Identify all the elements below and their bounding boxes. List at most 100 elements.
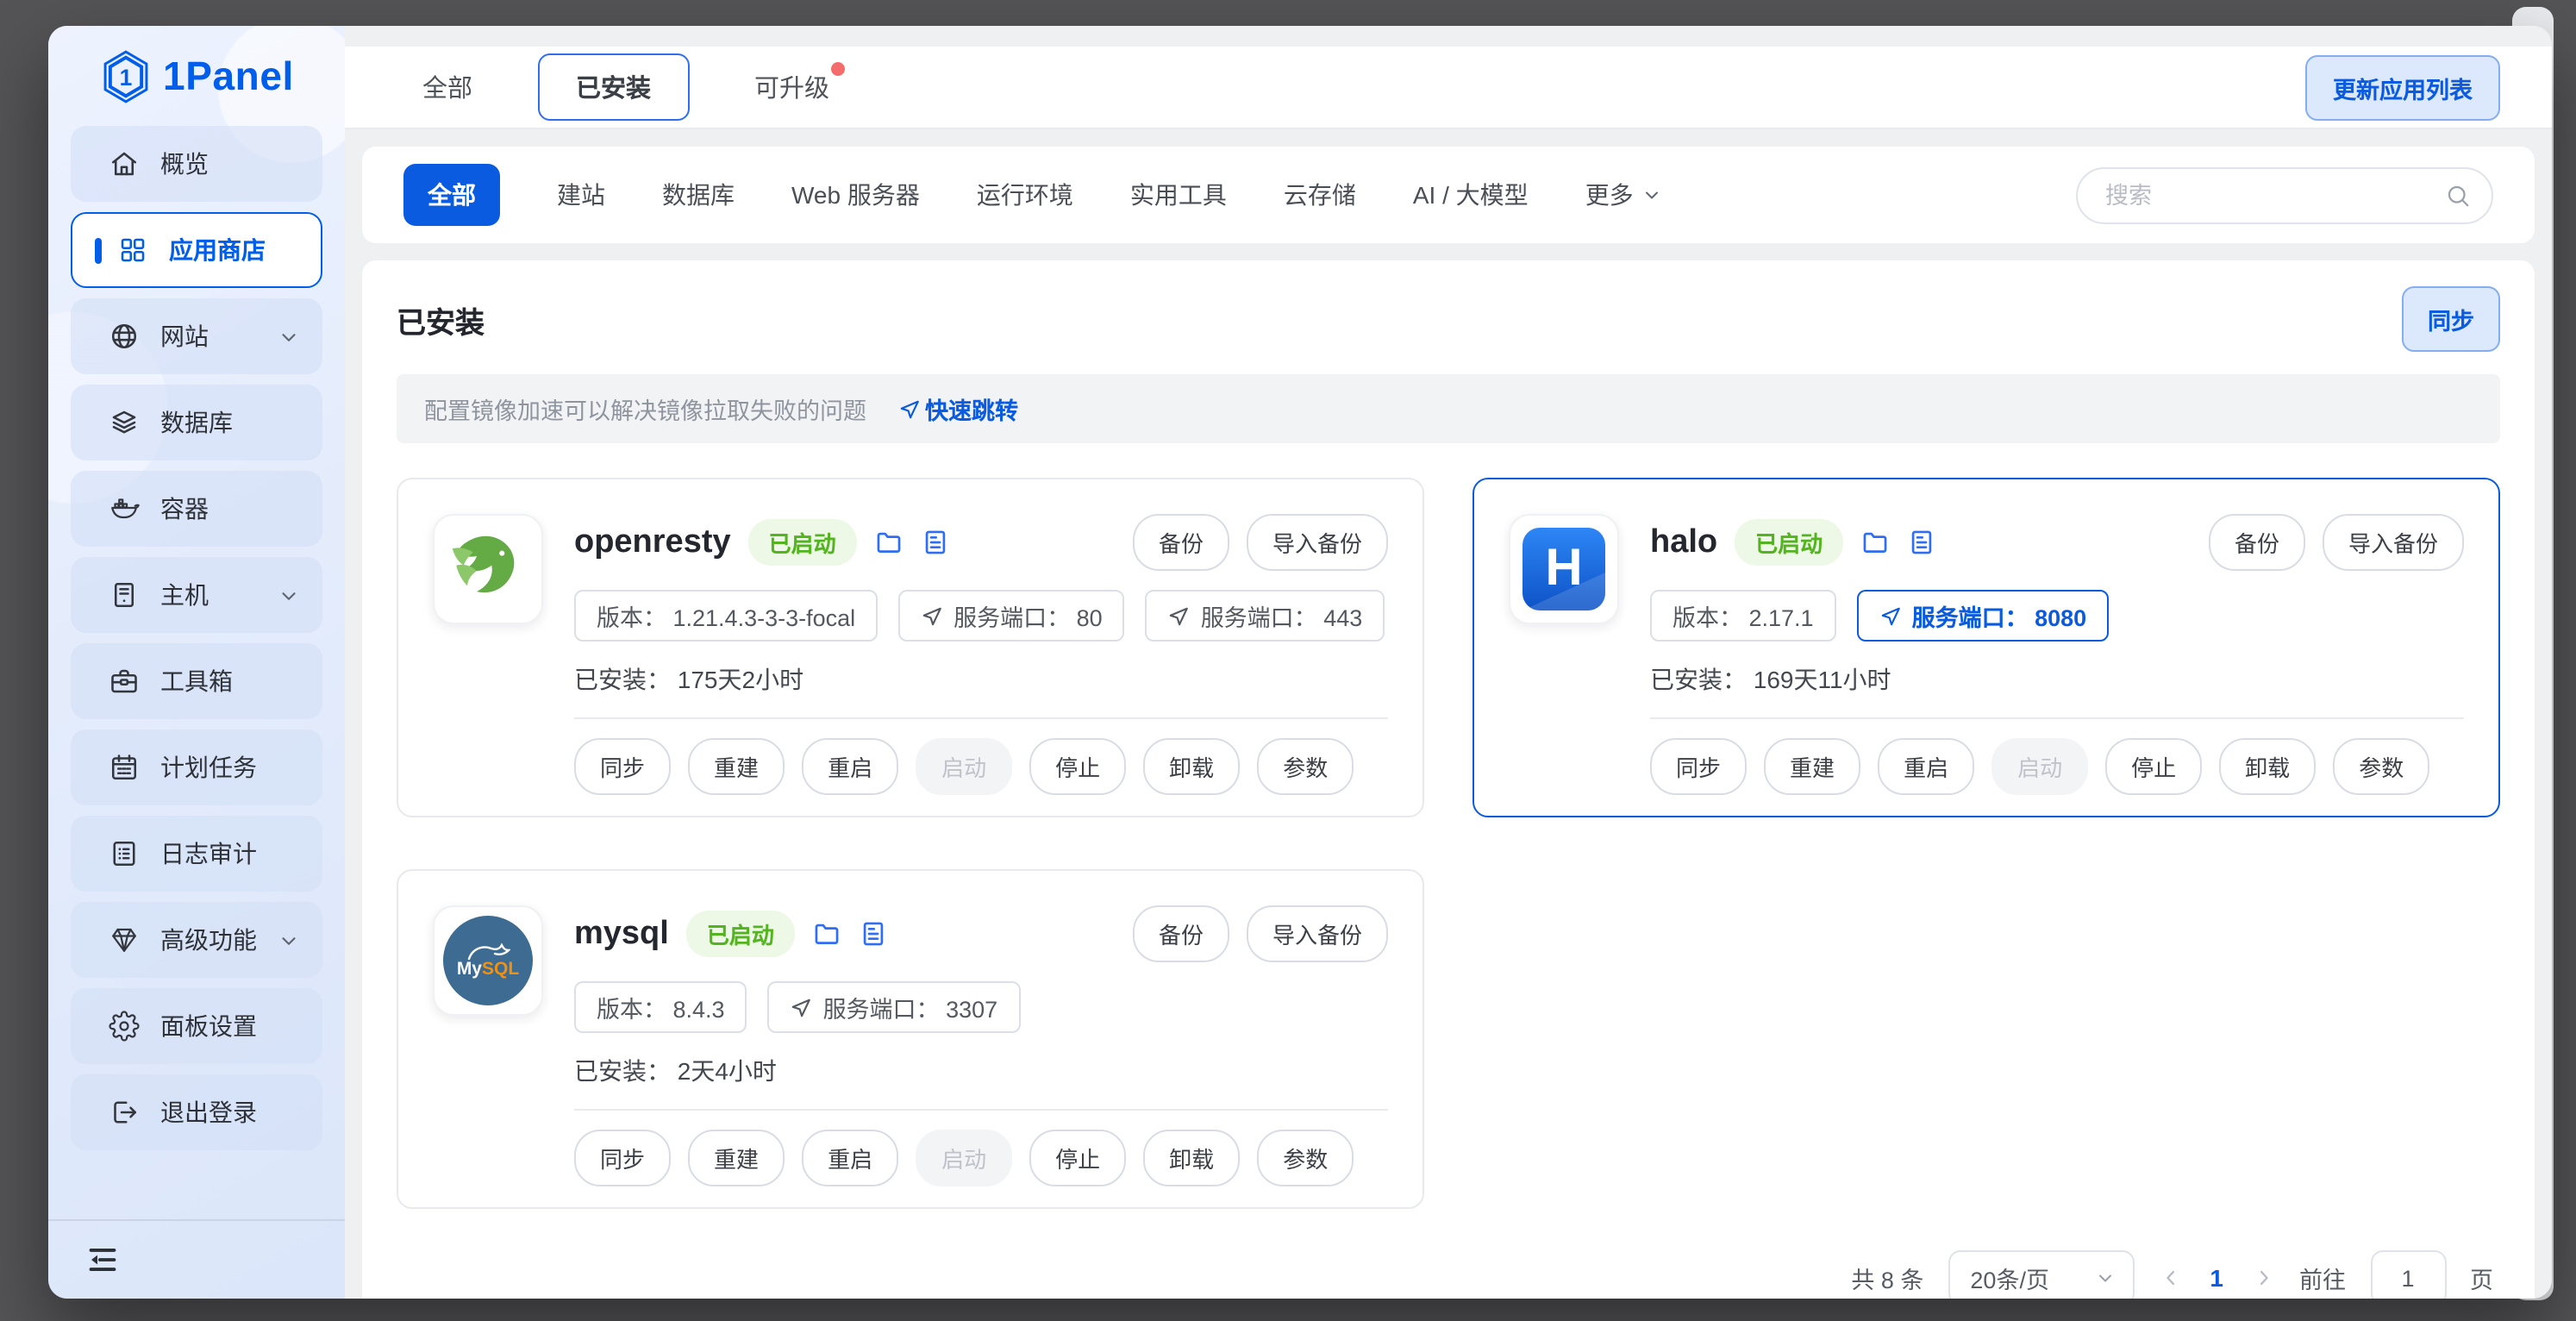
action-启动-button[interactable]: 启动 <box>916 1130 1012 1186</box>
screen: 1 1Panel 概览 应用商店 网站 数据库 容器 <box>0 0 2576 1321</box>
sidebar-item-高级功能[interactable]: 高级功能 <box>71 902 322 978</box>
app-logo: H <box>1509 514 1619 624</box>
action-停止-button[interactable]: 停止 <box>1029 1130 1126 1186</box>
action-重建-button[interactable]: 重建 <box>1764 738 1860 795</box>
sidebar-item-label: 网站 <box>160 319 209 354</box>
sidebar-item-数据库[interactable]: 数据库 <box>71 385 322 460</box>
notice-text: 配置镜像加速可以解决镜像拉取失败的问题 <box>424 391 866 426</box>
action-启动-button[interactable]: 启动 <box>1991 738 2088 795</box>
category-建站[interactable]: 建站 <box>557 178 605 212</box>
folder-icon[interactable] <box>1860 528 1890 557</box>
prev-page-icon[interactable] <box>2158 1266 2182 1290</box>
app-card-halo[interactable]: H halo 已启动 备份 导入备份 版本： 2.17.1 服务端口： 8080… <box>1472 478 2500 817</box>
service-port-tag[interactable]: 服务端口： 80 <box>898 590 1125 642</box>
sidebar-item-计划任务[interactable]: 计划任务 <box>71 729 322 805</box>
action-参数-button[interactable]: 参数 <box>1257 1130 1354 1186</box>
quick-jump-link[interactable]: 快速跳转 <box>897 391 1018 426</box>
folder-icon[interactable] <box>812 919 841 948</box>
action-重启-button[interactable]: 重启 <box>1878 738 1974 795</box>
hexagon-1-icon: 1 <box>99 48 151 105</box>
sidebar-nav: 概览 应用商店 网站 数据库 容器 主机 工具箱 <box>48 121 345 1219</box>
sidebar-item-label: 计划任务 <box>160 750 257 785</box>
import-backup-button[interactable]: 导入备份 <box>2323 514 2464 571</box>
search-box <box>2076 166 2493 223</box>
file-icon[interactable] <box>859 919 888 948</box>
sidebar-item-主机[interactable]: 主机 <box>71 557 322 633</box>
import-backup-button[interactable]: 导入备份 <box>1247 905 1388 962</box>
next-page-icon[interactable] <box>2251 1266 2275 1290</box>
action-卸载-button[interactable]: 卸载 <box>1143 1130 1240 1186</box>
folder-icon[interactable] <box>874 528 903 557</box>
app-card-openresty[interactable]: openresty 已启动 备份 导入备份 版本： 1.21.4.3-3-3-f… <box>397 478 1424 817</box>
category-云存储[interactable]: 云存储 <box>1284 178 1356 212</box>
diamond-icon <box>109 924 140 955</box>
sync-button[interactable]: 同步 <box>2402 286 2500 352</box>
category-more[interactable]: 更多 <box>1585 178 1663 212</box>
pagination: 共 8 条 20条/页 1 <box>397 1250 2500 1299</box>
sidebar-item-应用商店[interactable]: 应用商店 <box>71 212 322 288</box>
pagination-total: 共 8 条 <box>1851 1261 1923 1295</box>
search-input[interactable] <box>2102 180 2445 210</box>
category-Web 服务器[interactable]: Web 服务器 <box>791 178 920 212</box>
sidebar-item-工具箱[interactable]: 工具箱 <box>71 643 322 719</box>
goto-page-input[interactable] <box>2372 1263 2444 1293</box>
sidebar-item-退出登录[interactable]: 退出登录 <box>71 1074 322 1150</box>
action-卸载-button[interactable]: 卸载 <box>1143 738 1240 795</box>
sidebar-item-网站[interactable]: 网站 <box>71 298 322 374</box>
app-logo: MySQL <box>433 905 543 1016</box>
action-启动-button[interactable]: 启动 <box>916 738 1012 795</box>
action-重启-button[interactable]: 重启 <box>802 738 898 795</box>
sidebar-item-容器[interactable]: 容器 <box>71 471 322 547</box>
top-strip <box>345 26 2552 47</box>
app-cards: openresty 已启动 备份 导入备份 版本： 1.21.4.3-3-3-f… <box>397 478 2500 1209</box>
category-运行环境[interactable]: 运行环境 <box>977 178 1073 212</box>
action-参数-button[interactable]: 参数 <box>2333 738 2429 795</box>
red-dot-badge <box>831 62 845 76</box>
update-app-list-button[interactable]: 更新应用列表 <box>2305 54 2500 120</box>
tab-全部[interactable]: 全部 <box>422 69 472 105</box>
category-AI / 大模型[interactable]: AI / 大模型 <box>1413 178 1529 212</box>
import-backup-button[interactable]: 导入备份 <box>1247 514 1388 571</box>
action-停止-button[interactable]: 停止 <box>2105 738 2202 795</box>
gear-icon <box>109 1011 140 1042</box>
app-name: halo <box>1650 523 1717 561</box>
search-icon <box>2445 182 2471 208</box>
service-port-tag[interactable]: 服务端口： 8080 <box>1857 590 2110 642</box>
sidebar-item-概览[interactable]: 概览 <box>71 126 322 202</box>
backup-button[interactable]: 备份 <box>2209 514 2305 571</box>
app-card-mysql[interactable]: MySQL mysql 已启动 备份 导入备份 版本： 8.4.3 服务端口： … <box>397 869 1424 1209</box>
action-同步-button[interactable]: 同步 <box>574 738 671 795</box>
action-卸载-button[interactable]: 卸载 <box>2219 738 2316 795</box>
backup-button[interactable]: 备份 <box>1133 905 1229 962</box>
tab-可升级[interactable]: 可升级 <box>754 69 829 105</box>
page-size-select[interactable]: 20条/页 <box>1948 1250 2134 1299</box>
action-重建-button[interactable]: 重建 <box>688 1130 785 1186</box>
app-name: mysql <box>574 915 669 953</box>
sidebar-item-label: 面板设置 <box>160 1009 257 1043</box>
page-number[interactable]: 1 <box>2210 1264 2223 1292</box>
category-实用工具[interactable]: 实用工具 <box>1130 178 1227 212</box>
sidebar-item-label: 数据库 <box>160 405 233 440</box>
backup-button[interactable]: 备份 <box>1133 514 1229 571</box>
action-同步-button[interactable]: 同步 <box>574 1130 671 1186</box>
service-port-tag[interactable]: 服务端口： 443 <box>1146 590 1385 642</box>
file-icon[interactable] <box>1907 528 1936 557</box>
sidebar-item-日志审计[interactable]: 日志审计 <box>71 816 322 892</box>
action-参数-button[interactable]: 参数 <box>1257 738 1354 795</box>
chevron-down-icon <box>278 325 300 347</box>
tab-已安装[interactable]: 已安装 <box>538 53 689 121</box>
service-port-tag[interactable]: 服务端口： 3307 <box>768 981 1021 1033</box>
tab-bar: 全部 已安装 可升级 更新应用列表 <box>345 47 2552 129</box>
version-tag: 版本： 2.17.1 <box>1650 590 1836 642</box>
sidebar-item-面板设置[interactable]: 面板设置 <box>71 988 322 1064</box>
category-全部[interactable]: 全部 <box>403 164 500 226</box>
action-重启-button[interactable]: 重启 <box>802 1130 898 1186</box>
action-重建-button[interactable]: 重建 <box>688 738 785 795</box>
category-数据库[interactable]: 数据库 <box>662 178 735 212</box>
file-icon[interactable] <box>921 528 950 557</box>
collapse-sidebar-icon[interactable] <box>86 1243 119 1276</box>
action-同步-button[interactable]: 同步 <box>1650 738 1747 795</box>
goto-label: 前往 <box>2299 1261 2346 1295</box>
action-停止-button[interactable]: 停止 <box>1029 738 1126 795</box>
chevron-down-icon <box>2094 1268 2115 1288</box>
